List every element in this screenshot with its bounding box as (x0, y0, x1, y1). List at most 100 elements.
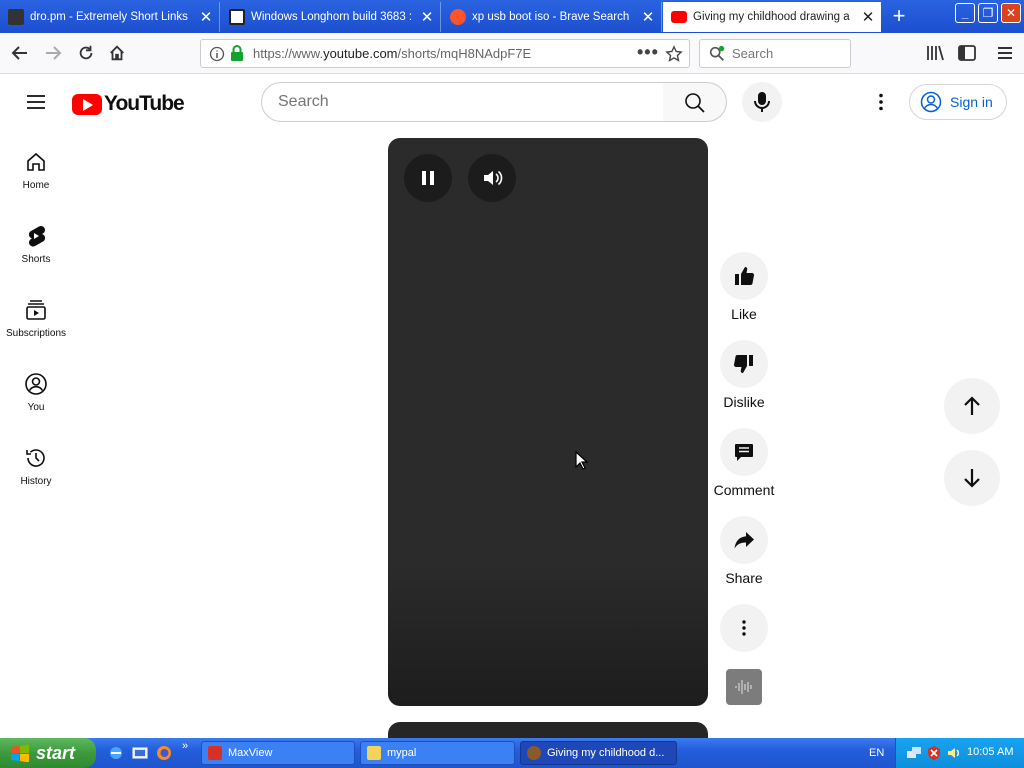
new-tab-button[interactable]: + (884, 4, 914, 30)
taskbar-item-label: MaxView (228, 747, 273, 759)
thumbs-up-icon (735, 267, 755, 286)
youtube-favicon-icon (671, 11, 687, 23)
account-circle-icon (920, 91, 942, 113)
lock-icon (231, 45, 243, 61)
subscriptions-icon (26, 300, 46, 320)
reload-button[interactable] (72, 39, 100, 67)
share-button[interactable] (720, 516, 768, 564)
firefox-quicklaunch-icon[interactable] (156, 745, 172, 761)
url-path: /shorts/mqH8NAdpF7E (397, 46, 532, 61)
tab-close-icon[interactable]: ✕ (414, 8, 440, 26)
mypal-browser-icon (527, 746, 541, 760)
network-tray-icon[interactable] (906, 745, 922, 761)
comment-button[interactable] (720, 428, 768, 476)
share-label: Share (725, 570, 763, 586)
browser-navigation-bar: https://www.youtube.com/shorts/mqH8NAdpF… (0, 33, 1024, 74)
sidebar-toggle-icon[interactable] (957, 43, 977, 63)
volume-tray-icon[interactable] (946, 745, 962, 761)
arrow-down-icon (964, 469, 980, 488)
shorts-icon (28, 225, 46, 247)
browser-tab[interactable]: Windows Longhorn build 3683 : U ✕ (221, 2, 441, 32)
forward-button[interactable] (39, 39, 67, 67)
browser-tab-active[interactable]: Giving my childhood drawing a ✕ (663, 2, 881, 32)
back-arrow-icon (11, 46, 27, 60)
brave-favicon-icon (450, 9, 466, 25)
sidebar-item-label: History (20, 476, 52, 487)
thumbs-down-icon (733, 354, 753, 373)
browser-search-placeholder: Search (732, 46, 774, 61)
page-actions-menu-icon[interactable]: ••• (637, 42, 659, 63)
bookmark-star-icon[interactable] (665, 45, 683, 63)
minimize-button[interactable]: _ (955, 3, 975, 23)
settings-more-icon[interactable] (871, 92, 891, 112)
security-alert-tray-icon[interactable] (926, 745, 942, 761)
url-prefix: https://www. (253, 46, 324, 61)
sign-in-button[interactable]: Sign in (909, 84, 1007, 120)
sign-in-label: Sign in (950, 94, 993, 110)
back-button[interactable] (6, 39, 34, 67)
sidebar-item-history[interactable]: History (0, 446, 72, 487)
like-button[interactable] (720, 252, 768, 300)
folder-icon (367, 746, 381, 760)
voice-search-button[interactable] (742, 82, 782, 122)
youtube-search-input[interactable] (278, 83, 658, 121)
tab-close-icon[interactable]: ✕ (855, 8, 881, 26)
volume-button[interactable] (468, 154, 516, 202)
more-vertical-icon (742, 620, 746, 636)
sidebar-item-subscriptions[interactable]: Subscriptions (0, 298, 72, 339)
dislike-button[interactable] (720, 340, 768, 388)
dro-pm-favicon-icon (8, 9, 24, 25)
previous-short-button[interactable] (944, 378, 1000, 434)
home-icon (27, 152, 45, 171)
quicklaunch-overflow-icon[interactable]: » (182, 740, 188, 752)
dislike-label: Dislike (723, 394, 765, 410)
tab-title: Giving my childhood drawing a (693, 11, 850, 23)
start-button[interactable]: start (0, 738, 96, 768)
next-short-button[interactable] (944, 450, 1000, 506)
youtube-search-button[interactable] (663, 82, 727, 122)
youtube-search-field[interactable] (261, 82, 664, 122)
more-actions-button[interactable] (720, 604, 768, 652)
restore-button[interactable]: ❐ (978, 3, 998, 23)
history-icon (26, 449, 45, 467)
home-button[interactable] (103, 39, 131, 67)
address-bar[interactable]: https://www.youtube.com/shorts/mqH8NAdpF… (200, 39, 690, 68)
browser-tab[interactable]: dro.pm - Extremely Short Links ✕ (0, 2, 220, 32)
microphone-icon (754, 92, 770, 112)
sidebar-item-home[interactable]: Home (0, 150, 72, 191)
pause-button[interactable] (404, 154, 452, 202)
tab-close-icon[interactable]: ✕ (193, 8, 219, 26)
youtube-logo[interactable]: YouTube (72, 92, 185, 116)
arrow-up-icon (964, 396, 980, 415)
sidebar-item-you[interactable]: You (0, 372, 72, 413)
guide-menu-icon[interactable] (26, 92, 46, 112)
sidebar-item-shorts[interactable]: Shorts (0, 224, 72, 265)
maxview-app-icon (208, 746, 222, 760)
pause-icon (422, 171, 434, 185)
tab-close-icon[interactable]: ✕ (635, 8, 661, 26)
archive-favicon-icon (229, 9, 245, 25)
hamburger-menu-icon[interactable] (996, 43, 1014, 63)
shorts-video-player[interactable] (388, 138, 708, 706)
taskbar-item-maxview[interactable]: MaxView (201, 741, 355, 765)
taskbar-item-browser-active[interactable]: Giving my childhood d... (520, 741, 677, 765)
mouse-cursor-icon (575, 451, 589, 470)
library-icon[interactable] (925, 43, 945, 63)
ie-quicklaunch-icon[interactable] (108, 745, 124, 761)
close-window-button[interactable]: ✕ (1001, 3, 1021, 23)
sound-thumbnail-button[interactable] (726, 669, 762, 705)
share-icon (734, 532, 754, 549)
tab-title: dro.pm - Extremely Short Links (30, 11, 188, 23)
volume-icon (484, 170, 503, 186)
youtube-play-logo-icon (72, 93, 102, 115)
show-desktop-quicklaunch-icon[interactable] (132, 745, 148, 761)
language-indicator[interactable]: EN (869, 747, 884, 759)
info-icon[interactable] (209, 46, 225, 62)
start-label: start (36, 742, 76, 763)
clock: 10:05 AM (967, 746, 1014, 758)
like-label: Like (731, 306, 757, 322)
taskbar-item-mypal[interactable]: mypal (360, 741, 515, 765)
sidebar-item-label: Shorts (21, 254, 51, 265)
browser-tab[interactable]: xp usb boot iso - Brave Search ✕ (442, 2, 662, 32)
browser-search-box[interactable]: Search (699, 39, 851, 68)
